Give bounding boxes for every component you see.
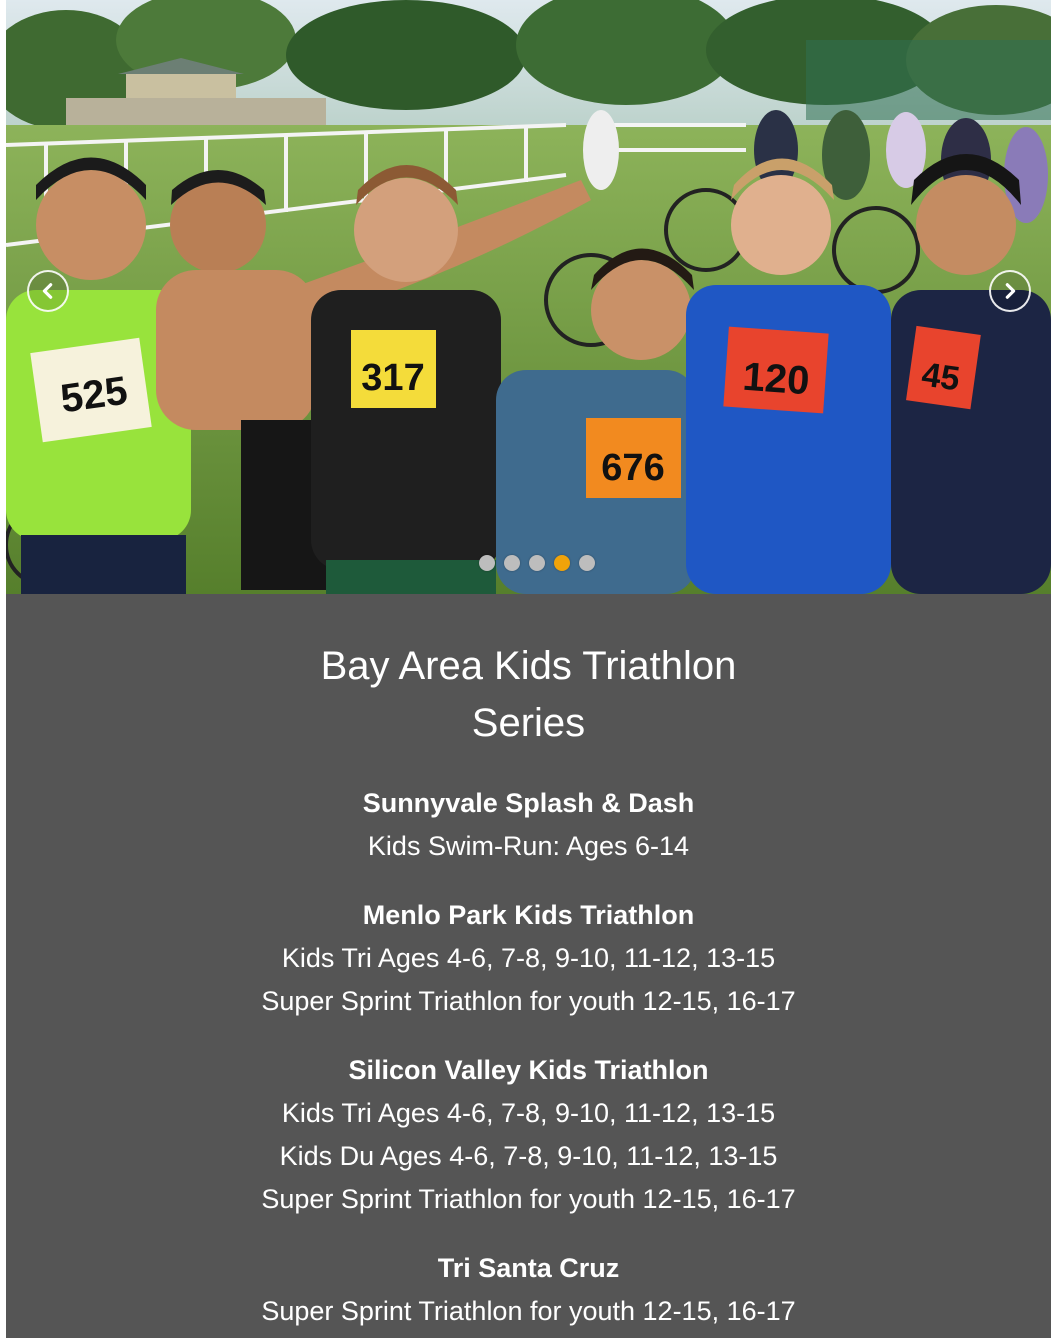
carousel-pagination [479,555,595,571]
carousel-dot-5[interactable] [579,555,595,571]
event-silicon-valley: Silicon Valley Kids Triathlon Kids Tri A… [6,1049,1051,1221]
carousel-dot-3[interactable] [529,555,545,571]
bib-number: 676 [601,447,664,489]
event-detail: Super Sprint Triathlon for youth 12-15, … [261,986,796,1016]
event-detail: Kids Tri Ages 4-6, 7-8, 9-10, 11-12, 13-… [281,943,776,973]
event-name: Tri Santa Cruz [437,1253,620,1283]
carousel-dot-2[interactable] [504,555,520,571]
page-frame: 525 317 676 120 45 Bay Area Kids Triathl… [6,0,1051,1338]
carousel-dot-4[interactable] [554,555,570,571]
event-name: Menlo Park Kids Triathlon [362,900,695,930]
event-detail: Super Sprint Triathlon for youth 12-15, … [261,1296,796,1326]
bib-number: 120 [741,355,811,404]
event-name: Sunnyvale Splash & Dash [362,788,695,818]
carousel-prev-button[interactable] [27,270,69,312]
page-title: Bay Area Kids Triathlon Series [6,594,1051,752]
carousel-next-button[interactable] [989,270,1031,312]
event-menlo-park: Menlo Park Kids Triathlon Kids Tri Ages … [6,894,1051,1023]
event-name: Silicon Valley Kids Triathlon [348,1055,709,1085]
event-detail: Kids Tri Ages 4-6, 7-8, 9-10, 11-12, 13-… [281,1098,776,1128]
event-detail: Kids Du Ages 4-6, 7-8, 9-10, 11-12, 13-1… [279,1141,778,1171]
carousel-dot-1[interactable] [479,555,495,571]
carousel-slide-image: 525 317 676 120 45 [6,0,1051,594]
chevron-left-icon [42,283,53,299]
event-detail: Super Sprint Triathlon for youth 12-15, … [261,1184,796,1214]
title-line-1: Bay Area Kids Triathlon [320,644,737,688]
event-detail: Kids Swim-Run: Ages 6-14 [367,831,690,861]
title-line-2: Series [471,701,586,745]
series-info-panel: Bay Area Kids Triathlon Series Sunnyvale… [6,594,1051,1338]
bib-number: 45 [919,356,962,399]
event-sunnyvale: Sunnyvale Splash & Dash Kids Swim-Run: A… [6,782,1051,868]
chevron-right-icon [1005,283,1016,299]
bib-number: 317 [361,357,424,399]
photo-carousel[interactable]: 525 317 676 120 45 [6,0,1051,594]
event-santa-cruz: Tri Santa Cruz Super Sprint Triathlon fo… [6,1247,1051,1333]
bib-number: 525 [58,369,130,422]
